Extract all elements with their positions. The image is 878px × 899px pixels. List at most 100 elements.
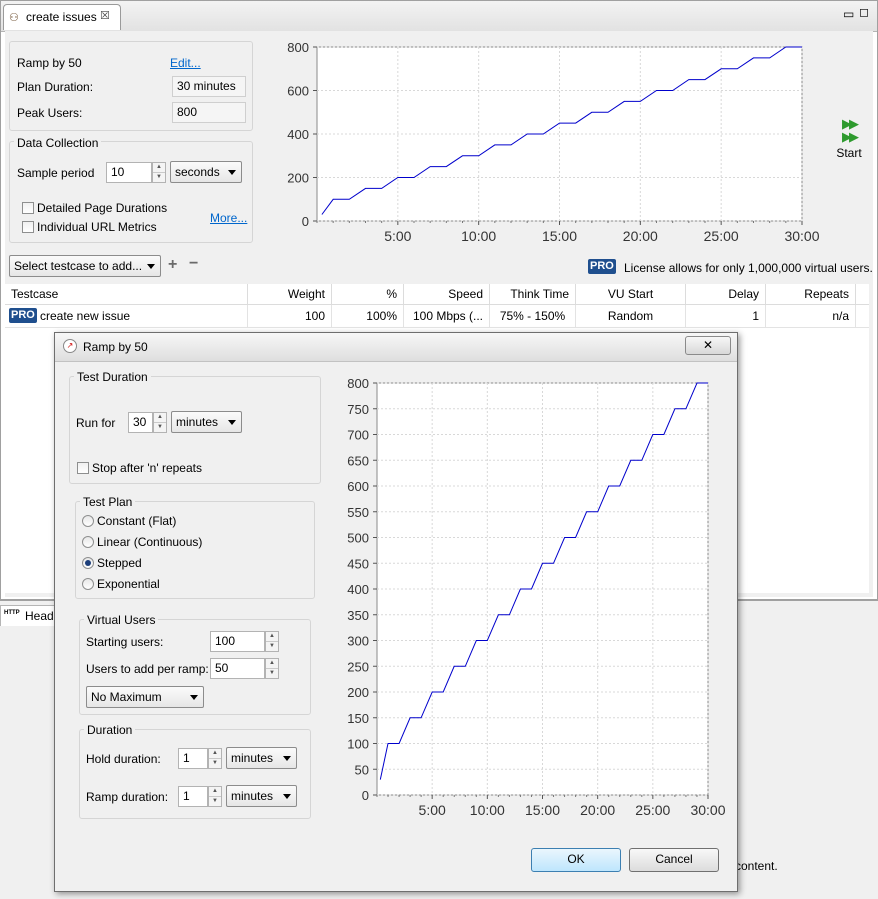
sample-period-label: Sample period: [17, 166, 95, 180]
data-collection-title: Data Collection: [14, 136, 102, 150]
run-for-unit-select[interactable]: minutes: [171, 411, 242, 433]
cell-speed: 100 Mbps (...: [404, 305, 490, 327]
starting-users-spinner[interactable]: ▲ ▼: [265, 631, 279, 652]
stop-after-repeats-checkbox[interactable]: [77, 462, 89, 474]
x-tick-label: 10:00: [461, 228, 496, 244]
test-plan-group: Test Plan Constant (Flat) Linear (Contin…: [75, 495, 315, 599]
tab-title: create issues: [26, 10, 97, 24]
pro-badge-row: PRO: [9, 308, 37, 323]
ramp-dialog: ↗ Ramp by 50 ✕ Test Duration Run for 30 …: [54, 332, 738, 892]
plan-exponential-radio[interactable]: [82, 578, 94, 590]
col-think-time[interactable]: Think Time: [490, 284, 576, 304]
ramp-duration-input[interactable]: 1: [178, 786, 208, 807]
y-tick-label: 50: [355, 762, 369, 777]
users-per-ramp-label: Users to add per ramp:: [86, 662, 209, 676]
col-testcase[interactable]: Testcase: [5, 284, 248, 304]
col-percent[interactable]: %: [332, 284, 404, 304]
run-for-spinner[interactable]: ▲ ▼: [153, 412, 167, 433]
table-row[interactable]: PRO create new issue 100 100% 100 Mbps (…: [5, 305, 869, 328]
hold-duration-spinner[interactable]: ▲ ▼: [208, 748, 222, 769]
plan-exponential-label: Exponential: [97, 577, 160, 591]
starting-users-input[interactable]: 100: [210, 631, 265, 652]
sample-period-input[interactable]: 10: [106, 162, 152, 183]
detailed-page-durations-label: Detailed Page Durations: [37, 201, 168, 215]
tab-headers[interactable]: HTTP Heade: [0, 605, 62, 626]
ramp-duration-spinner[interactable]: ▲ ▼: [208, 786, 222, 807]
remove-testcase-icon[interactable]: −: [189, 255, 198, 273]
dialog-title: Ramp by 50: [83, 340, 148, 354]
maximum-users-value: No Maximum: [91, 690, 162, 704]
y-tick-label: 750: [347, 402, 369, 417]
maximum-users-select[interactable]: No Maximum: [86, 686, 204, 708]
x-tick-label: 15:00: [525, 802, 560, 818]
y-tick-label: 100: [347, 737, 369, 752]
col-delay[interactable]: Delay: [686, 284, 766, 304]
x-tick-label: 15:00: [542, 228, 577, 244]
select-testcase-dropdown[interactable]: Select testcase to add...: [9, 255, 161, 277]
run-for-input[interactable]: 30: [128, 412, 153, 433]
plan-stepped-radio[interactable]: [82, 557, 94, 569]
edit-link[interactable]: Edit...: [170, 56, 201, 70]
hold-duration-unit-value: minutes: [231, 751, 274, 765]
hold-duration-label: Hold duration:: [86, 752, 161, 766]
cancel-button[interactable]: Cancel: [629, 848, 719, 872]
col-repeats[interactable]: Repeats: [766, 284, 856, 304]
lower-view-text: content.: [735, 859, 778, 873]
testcase-name: create new issue: [40, 309, 131, 323]
x-tick-label: 5:00: [384, 228, 411, 244]
users-per-ramp-input[interactable]: 50: [210, 658, 265, 679]
virtual-users-group: Virtual Users Starting users: 100 ▲ ▼ Use…: [79, 613, 311, 715]
close-tab-icon[interactable]: ☒: [100, 9, 110, 22]
individual-url-metrics-checkbox[interactable]: [22, 221, 34, 233]
col-speed[interactable]: Speed: [404, 284, 490, 304]
y-tick-label: 400: [347, 582, 369, 597]
hold-duration-unit-select[interactable]: minutes: [226, 747, 297, 769]
ramp-duration-unit-value: minutes: [231, 789, 274, 803]
plan-constant-label: Constant (Flat): [97, 514, 177, 528]
ok-button[interactable]: OK: [531, 848, 621, 872]
select-testcase-value: Select testcase to add...: [14, 259, 143, 273]
plan-duration-field: 30 minutes: [172, 76, 246, 97]
cell-percent: 100%: [332, 305, 404, 327]
plan-duration-label: Plan Duration:: [17, 80, 94, 94]
ramp-duration-unit-select[interactable]: minutes: [226, 785, 297, 807]
sample-unit-select[interactable]: seconds: [170, 161, 242, 183]
run-for-unit-value: minutes: [176, 415, 219, 429]
plan-constant-radio[interactable]: [82, 515, 94, 527]
ramp-duration-label: Ramp duration:: [86, 790, 169, 804]
testcase-table-header: Testcase Weight % Speed Think Time VU St…: [5, 284, 869, 305]
maximize-icon[interactable]: ◻: [859, 5, 869, 19]
col-vu-start[interactable]: VU Start: [576, 284, 686, 304]
minimize-icon[interactable]: ▭: [843, 7, 854, 21]
hold-duration-input[interactable]: 1: [178, 748, 208, 769]
detailed-page-durations-checkbox[interactable]: [22, 202, 34, 214]
x-tick-label: 30:00: [784, 228, 819, 244]
data-collection-group: Data Collection Sample period 10 ▲ ▼ seco…: [9, 136, 253, 243]
start-button[interactable]: ▶▶ ▶▶ Start: [831, 117, 867, 163]
plan-linear-label: Linear (Continuous): [97, 535, 203, 549]
test-duration-group: Test Duration Run for 30 ▲ ▼ minutes Stop…: [69, 370, 321, 484]
plan-linear-radio[interactable]: [82, 536, 94, 548]
y-tick-label: 800: [287, 41, 309, 55]
y-tick-label: 450: [347, 556, 369, 571]
start-label: Start: [836, 146, 862, 160]
x-tick-label: 25:00: [635, 802, 670, 818]
col-weight[interactable]: Weight: [248, 284, 332, 304]
close-icon: ✕: [702, 338, 714, 352]
sample-period-spinner[interactable]: ▲ ▼: [152, 162, 166, 183]
cell-vu-start: Random: [576, 305, 686, 327]
tab-create-issues[interactable]: ⚇ create issues ☒: [3, 4, 121, 30]
users-per-ramp-spinner[interactable]: ▲ ▼: [265, 658, 279, 679]
test-plan-title: Test Plan: [80, 495, 136, 509]
more-link[interactable]: More...: [210, 211, 247, 225]
x-tick-label: 20:00: [580, 802, 615, 818]
y-tick-label: 550: [347, 505, 369, 520]
add-testcase-icon[interactable]: +: [168, 256, 177, 274]
gauge-icon: ↗: [63, 339, 77, 353]
y-tick-label: 250: [347, 659, 369, 674]
y-tick-label: 800: [347, 377, 369, 391]
plan-summary-group: Ramp by 50 Edit... Plan Duration: 30 min…: [9, 41, 253, 131]
y-tick-label: 150: [347, 711, 369, 726]
dialog-close-button[interactable]: ✕: [685, 336, 731, 355]
y-tick-label: 0: [362, 788, 369, 803]
